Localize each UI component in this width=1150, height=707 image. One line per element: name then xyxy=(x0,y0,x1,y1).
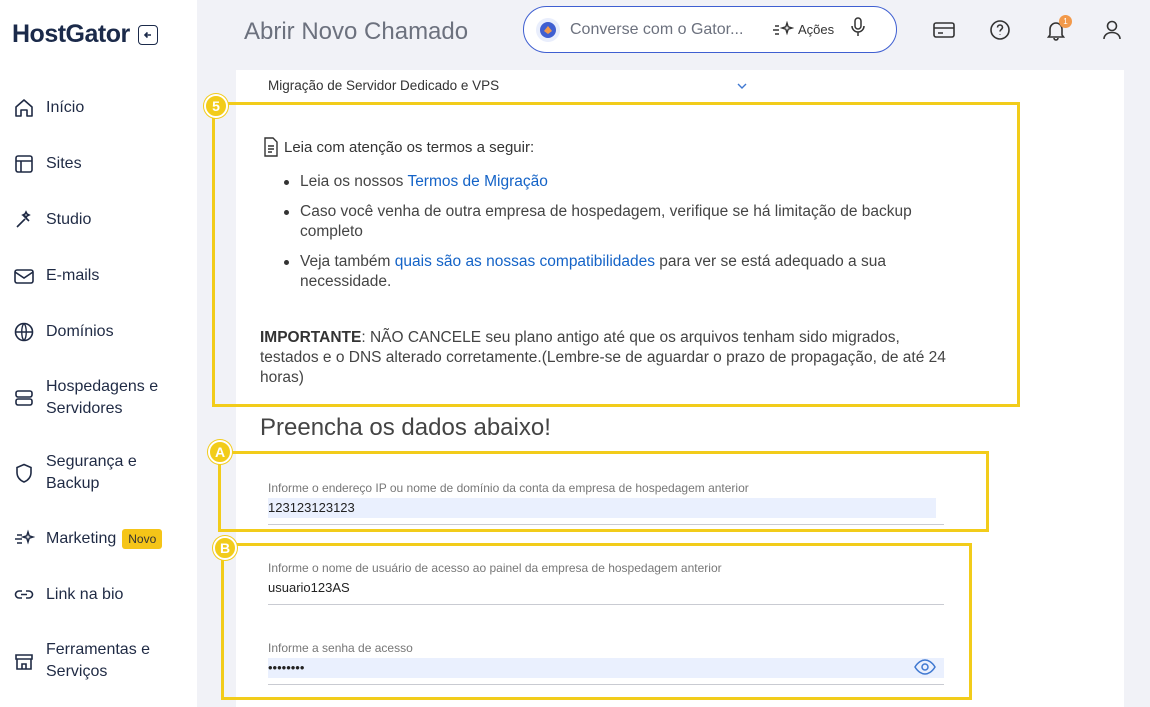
sidebar-item-ferramentas[interactable]: Ferramentas e Serviços xyxy=(12,639,192,683)
billing-card-icon[interactable] xyxy=(932,18,956,42)
terms-text: Leia os nossos xyxy=(300,173,408,190)
studio-icon xyxy=(12,208,36,232)
username-field-label: Informe o nome de usuário de acesso ao p… xyxy=(268,561,722,575)
terms-heading-text: Leia com atenção os termos a seguir: xyxy=(284,138,535,156)
globe-icon xyxy=(12,320,36,344)
terms-heading: Leia com atenção os termos a seguir: xyxy=(262,137,534,157)
new-badge: Novo xyxy=(122,529,163,549)
shield-icon xyxy=(12,461,36,485)
show-password-eye-icon[interactable] xyxy=(914,659,936,680)
annotation-badge-b: B xyxy=(213,536,237,560)
sidebar-item-marketing[interactable]: Marketing Novo xyxy=(12,527,192,551)
sidebar-item-label: Domínios xyxy=(46,323,114,340)
host-field[interactable]: Informe o endereço IP ou nome de domínio… xyxy=(268,481,944,525)
help-icon[interactable] xyxy=(988,18,1012,42)
sparkle-icon xyxy=(12,527,36,551)
terms-text: Veja também xyxy=(300,253,395,270)
actions-label: Ações xyxy=(798,22,835,37)
sidebar-item-studio[interactable]: Studio xyxy=(12,208,192,232)
username-field[interactable]: Informe o nome de usuário de acesso ao p… xyxy=(268,561,944,605)
sidebar-item-sites[interactable]: Sites xyxy=(12,152,192,176)
chevron-down-icon[interactable] xyxy=(736,78,748,96)
password-input[interactable]: •••••••• xyxy=(268,658,944,678)
user-profile-icon[interactable] xyxy=(1100,18,1124,42)
sidebar-item-label: Hospedagens e Servidores xyxy=(46,378,159,417)
sparkle-icon xyxy=(773,20,794,35)
sidebar-item-label: Sites xyxy=(46,155,82,172)
actions-button[interactable]: Ações xyxy=(772,20,835,39)
layout-icon xyxy=(12,152,36,176)
notification-count-badge: 1 xyxy=(1059,15,1072,28)
mail-icon xyxy=(12,264,36,288)
sidebar-item-emails[interactable]: E-mails xyxy=(12,264,192,288)
sidebar: HostGator Início Sites Studio E-mails Do… xyxy=(0,0,197,707)
host-input[interactable]: 123123123123 xyxy=(268,498,936,518)
password-field-label: Informe a senha de acesso xyxy=(268,641,413,655)
sidebar-item-label: Marketing xyxy=(46,530,117,547)
store-icon xyxy=(12,649,36,673)
collapse-sidebar-icon[interactable] xyxy=(137,24,158,45)
microphone-icon[interactable] xyxy=(850,17,866,42)
important-text: : NÃO CANCELE seu plano antigo até que o… xyxy=(260,329,946,386)
compatibility-link[interactable]: quais são as nossas compatibilidades xyxy=(395,253,655,270)
gator-avatar-icon xyxy=(536,17,560,42)
gator-chat-input[interactable]: Converse com o Gator... Ações xyxy=(523,6,897,53)
password-field[interactable]: Informe a senha de acesso •••••••• xyxy=(268,641,944,685)
home-icon xyxy=(12,96,36,120)
notifications-bell-icon[interactable]: 1 xyxy=(1044,15,1072,42)
page-title: Abrir Novo Chamado xyxy=(244,18,469,45)
annotation-badge-a: A xyxy=(208,440,232,464)
sidebar-item-inicio[interactable]: Início xyxy=(12,96,192,120)
sidebar-item-label: Início xyxy=(46,99,85,116)
category-select-value[interactable]: Migração de Servidor Dedicado e VPS xyxy=(268,78,499,93)
username-input[interactable]: usuario123AS xyxy=(268,578,944,598)
list-item: Veja também quais são as nossas compatib… xyxy=(280,252,970,292)
field-underline xyxy=(268,684,944,685)
hostgator-logo[interactable]: HostGator xyxy=(12,20,130,49)
list-item: Leia os nossos Termos de Migração xyxy=(280,172,970,192)
annotation-badge-5: 5 xyxy=(204,94,228,118)
list-item: Caso você venha de outra empresa de hosp… xyxy=(280,202,970,242)
host-field-label: Informe o endereço IP ou nome de domínio… xyxy=(268,481,749,495)
field-underline xyxy=(268,524,944,525)
sidebar-item-label: Link na bio xyxy=(46,586,124,603)
document-icon xyxy=(264,137,278,157)
sidebar-item-seguranca[interactable]: Segurança e Backup xyxy=(12,451,192,495)
important-label: IMPORTANTE xyxy=(260,329,362,346)
link-icon xyxy=(12,583,36,607)
sidebar-item-link-na-bio[interactable]: Link na bio xyxy=(12,583,192,607)
server-icon xyxy=(12,386,36,410)
chat-placeholder: Converse com o Gator... xyxy=(570,20,744,38)
section-title: Preencha os dados abaixo! xyxy=(260,414,551,441)
field-underline xyxy=(268,604,944,605)
sidebar-item-label: Studio xyxy=(46,211,92,228)
sidebar-item-label: E-mails xyxy=(46,267,100,284)
sidebar-item-hospedagens[interactable]: Hospedagens e Servidores xyxy=(12,376,192,420)
terms-list: Leia os nossos Termos de Migração Caso v… xyxy=(280,172,970,302)
sidebar-item-label: Ferramentas e Serviços xyxy=(46,641,151,680)
sidebar-item-label: Segurança e Backup xyxy=(46,453,137,492)
important-notice: IMPORTANTE: NÃO CANCELE seu plano antigo… xyxy=(260,328,960,388)
migration-terms-link[interactable]: Termos de Migração xyxy=(407,173,547,190)
sidebar-item-dominios[interactable]: Domínios xyxy=(12,320,192,344)
